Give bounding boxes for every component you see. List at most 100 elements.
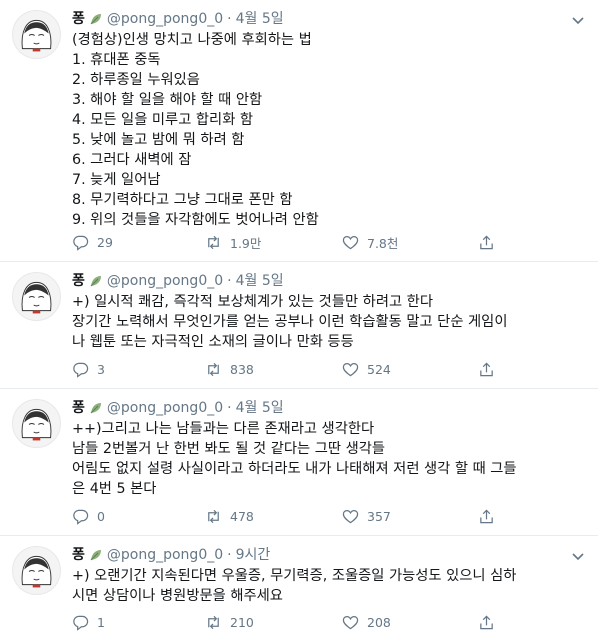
leaf-emoji-icon	[88, 273, 104, 289]
like-button[interactable]: 208	[342, 612, 391, 632]
tweet-line: 장기간 노력해서 무엇인가를 얻는 공부나 이런 학습활동 말고 단순 게임이	[72, 314, 508, 330]
retweet-icon	[208, 509, 219, 523]
like-count: 7.8천	[367, 235, 399, 251]
avatar[interactable]	[12, 272, 61, 321]
share-button[interactable]	[478, 612, 503, 632]
leaf-emoji-icon	[88, 547, 104, 563]
tweet-line: 5. 낮에 놀고 밤에 뭐 하려 함	[72, 132, 245, 148]
heart-icon	[342, 362, 359, 376]
user-handle[interactable]: @pong_pong0_0	[107, 545, 223, 565]
tweet[interactable]: 퐁 @pong_pong0_0 · 4월 5일 +) 일시적 쾌감, 즉각적 보…	[0, 262, 598, 389]
tweet-line: 어림도 없지 설령 사실이라고 하더라도 내가 나태해져 저런 생각 할 때 그…	[72, 461, 517, 477]
reply-count: 0	[97, 508, 105, 524]
user-handle[interactable]: @pong_pong0_0	[107, 9, 223, 29]
retweet-count: 838	[230, 361, 254, 377]
tweet-actions: 0 478 357	[72, 506, 568, 526]
retweet-icon	[208, 235, 219, 249]
reply-count: 3	[97, 361, 105, 377]
tweet-line: 4. 모든 일을 미루고 합리화 함	[72, 112, 254, 128]
leaf-emoji-icon	[88, 11, 104, 27]
timeline: 퐁 @pong_pong0_0 · 4월 5일 (경험상)인생 망치고 나중에 …	[0, 0, 598, 635]
share-button[interactable]	[478, 506, 503, 526]
tweet-line: 1. 휴대폰 중독	[72, 52, 161, 68]
like-button[interactable]: 357	[342, 506, 391, 526]
heart-icon	[342, 509, 359, 523]
like-count: 208	[367, 614, 391, 630]
tweet-line: 2. 하루종일 누워있음	[72, 72, 200, 88]
tweet-actions: 3 838 524	[72, 359, 568, 379]
retweet-icon	[208, 615, 219, 629]
timestamp[interactable]: 9시간	[236, 545, 271, 565]
reply-count: 29	[97, 234, 113, 250]
tweet-line: 6. 그러다 새벽에 잠	[72, 152, 192, 168]
tweet-line: 남들 2번볼거 난 한번 봐도 될 것 같다는 그딴 생각들	[72, 441, 386, 457]
share-icon	[480, 508, 493, 523]
reply-button[interactable]: 3	[72, 359, 105, 379]
separator-dot: ·	[227, 11, 232, 27]
display-name[interactable]: 퐁	[72, 271, 85, 291]
retweet-icon	[208, 362, 219, 376]
tweet[interactable]: 퐁 @pong_pong0_0 · 9시간 +) 오랜기간 지속된다면 우울증,…	[0, 536, 598, 635]
avatar[interactable]	[12, 399, 61, 448]
reply-button[interactable]: 29	[72, 232, 113, 252]
tweet-line: 8. 무기력하다고 그냥 그대로 폰만 함	[72, 192, 293, 208]
chevron-down-icon[interactable]	[570, 12, 586, 28]
share-icon	[480, 234, 493, 249]
heart-icon	[342, 615, 359, 629]
tweet-line: (경험상)인생 망치고 나중에 후회하는 법	[72, 32, 312, 48]
separator-dot: ·	[227, 400, 232, 416]
display-name[interactable]: 퐁	[72, 545, 85, 565]
retweet-count: 478	[230, 508, 254, 524]
like-count: 524	[367, 361, 391, 377]
timestamp[interactable]: 4월 5일	[236, 271, 284, 291]
tweet-text: (경험상)인생 망치고 나중에 후회하는 법 1. 휴대폰 중독 2. 하루종일…	[72, 30, 568, 230]
display-name[interactable]: 퐁	[72, 9, 85, 29]
tweet-line: 9. 위의 것들을 자각함에도 벗어나려 안함	[72, 212, 319, 228]
like-button[interactable]: 524	[342, 359, 391, 379]
tweet-actions: 1 210 208	[72, 612, 568, 632]
tweet-line: 은 4번 5 본다	[72, 481, 157, 497]
avatar[interactable]	[12, 546, 61, 595]
tweet[interactable]: 퐁 @pong_pong0_0 · 4월 5일 ++)그리고 나는 남들과는 다…	[0, 389, 598, 536]
tweet-line: +) 일시적 쾌감, 즉각적 보상체계가 있는 것들만 하려고 한다	[72, 294, 433, 310]
avatar[interactable]	[12, 10, 61, 59]
reply-button[interactable]: 1	[72, 612, 105, 632]
separator-dot: ·	[227, 273, 232, 289]
tweet-text: ++)그리고 나는 남들과는 다른 존재라고 생각한다 남들 2번볼거 난 한번…	[72, 419, 568, 499]
heart-icon	[342, 235, 359, 249]
tweet-line: 7. 늦게 일어남	[72, 172, 161, 188]
separator-dot: ·	[227, 547, 232, 563]
leaf-emoji-icon	[88, 400, 104, 416]
reply-icon	[73, 509, 89, 525]
tweet-line: +) 오랜기간 지속된다면 우울증, 무기력증, 조울증일 가능성도 있으니 심…	[72, 568, 517, 584]
like-count: 357	[367, 508, 391, 524]
reply-count: 1	[97, 614, 105, 630]
retweet-button[interactable]: 838	[205, 359, 254, 379]
chevron-down-icon[interactable]	[570, 548, 586, 564]
retweet-count: 1.9만	[230, 235, 262, 251]
tweet[interactable]: 퐁 @pong_pong0_0 · 4월 5일 (경험상)인생 망치고 나중에 …	[0, 0, 598, 262]
tweet-line: 3. 해야 할 일을 해야 할 때 안함	[72, 92, 263, 108]
user-handle[interactable]: @pong_pong0_0	[107, 271, 223, 291]
tweet-line: 나 웹툰 또는 자극적인 소재의 글이나 만화 등등	[72, 334, 354, 350]
tweet-text: +) 일시적 쾌감, 즉각적 보상체계가 있는 것들만 하려고 한다 장기간 노…	[72, 292, 568, 352]
like-button[interactable]: 7.8천	[342, 232, 398, 252]
tweet-actions: 29 1.9만 7.8천	[72, 232, 568, 252]
retweet-count: 210	[230, 614, 254, 630]
tweet-text: +) 오랜기간 지속된다면 우울증, 무기력증, 조울증일 가능성도 있으니 심…	[72, 566, 568, 606]
share-button[interactable]	[478, 232, 503, 252]
reply-icon	[73, 362, 89, 378]
reply-icon	[73, 615, 89, 631]
retweet-button[interactable]: 478	[205, 506, 254, 526]
share-icon	[480, 361, 493, 376]
reply-button[interactable]: 0	[72, 506, 105, 526]
share-button[interactable]	[478, 359, 503, 379]
retweet-button[interactable]: 1.9만	[205, 232, 261, 252]
timestamp[interactable]: 4월 5일	[236, 398, 284, 418]
timestamp[interactable]: 4월 5일	[236, 9, 284, 29]
retweet-button[interactable]: 210	[205, 612, 254, 632]
share-icon	[480, 614, 493, 629]
user-handle[interactable]: @pong_pong0_0	[107, 398, 223, 418]
tweet-line: ++)그리고 나는 남들과는 다른 존재라고 생각한다	[72, 421, 375, 437]
display-name[interactable]: 퐁	[72, 398, 85, 418]
